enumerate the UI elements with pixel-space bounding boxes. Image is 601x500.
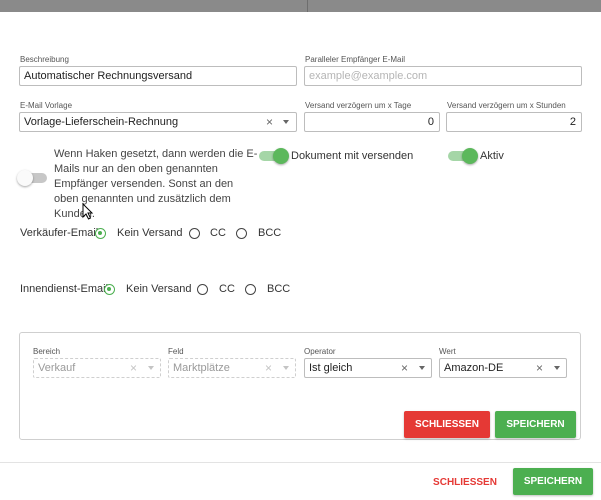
verkaeufer-radio-kein-versand[interactable] bbox=[95, 228, 106, 239]
aktiv-label: Aktiv bbox=[480, 150, 504, 162]
verkaeufer-option-cc[interactable]: CC bbox=[210, 227, 226, 239]
feld-value: Marktplätze bbox=[173, 362, 230, 374]
chevron-down-icon bbox=[148, 366, 154, 370]
operator-value: Ist gleich bbox=[309, 362, 353, 374]
toggle-knob bbox=[273, 148, 289, 164]
innendienst-option-bcc[interactable]: BCC bbox=[267, 283, 290, 295]
verkaeufer-radio-bcc[interactable] bbox=[236, 228, 247, 239]
filter-close-button[interactable]: SCHLIESSEN bbox=[404, 411, 490, 438]
wert-label: Wert bbox=[439, 347, 456, 356]
paralleler-empfaenger-label: Paralleler Empfänger E-Mail bbox=[305, 55, 406, 64]
email-vorlage-select[interactable]: Vorlage-Lieferschein-Rechnung × bbox=[19, 112, 297, 132]
verkaeufer-option-bcc[interactable]: BCC bbox=[258, 227, 281, 239]
innendienst-email-label: Innendienst-Email bbox=[20, 283, 109, 295]
clear-icon[interactable]: × bbox=[536, 361, 543, 375]
verkaeufer-option-kein-versand[interactable]: Kein Versand bbox=[117, 227, 182, 239]
filter-save-button[interactable]: SPEICHERN bbox=[495, 411, 576, 438]
clear-icon[interactable]: × bbox=[266, 115, 273, 129]
verkaeufer-email-label: Verkäufer-Email bbox=[20, 227, 99, 239]
footer-close-button[interactable]: SCHLIESSEN bbox=[426, 469, 504, 496]
chevron-down-icon[interactable] bbox=[283, 120, 289, 124]
mouse-pointer-icon bbox=[82, 203, 94, 220]
feld-select: Marktplätze × bbox=[168, 358, 296, 378]
verzoegern-tage-input[interactable] bbox=[304, 112, 440, 132]
operator-label: Operator bbox=[304, 347, 336, 356]
clear-icon: × bbox=[130, 361, 138, 375]
operator-select[interactable]: Ist gleich × bbox=[304, 358, 432, 378]
page-backdrop bbox=[0, 0, 601, 12]
toggle-knob bbox=[17, 170, 33, 186]
footer-save-button[interactable]: SPEICHERN bbox=[513, 468, 593, 495]
email-vorlage-label: E-Mail Vorlage bbox=[20, 101, 73, 110]
bereich-value: Verkauf bbox=[38, 362, 76, 374]
innendienst-radio-bcc[interactable] bbox=[245, 284, 256, 295]
beschreibung-label: Beschreibung bbox=[20, 55, 69, 64]
email-vorlage-value: Vorlage-Lieferschein-Rechnung bbox=[24, 116, 179, 128]
wert-value: Amazon-DE bbox=[444, 362, 504, 374]
bereich-label: Bereich bbox=[33, 347, 61, 356]
innendienst-radio-cc[interactable] bbox=[197, 284, 208, 295]
clear-icon[interactable]: × bbox=[401, 361, 408, 375]
beschreibung-input[interactable] bbox=[19, 66, 297, 86]
paralleler-empfaenger-input[interactable] bbox=[304, 66, 582, 86]
modal-dialog: Beschreibung Paralleler Empfänger E-Mail… bbox=[0, 12, 601, 500]
feld-label: Feld bbox=[168, 347, 184, 356]
backdrop-divider bbox=[307, 0, 308, 12]
dokument-mit-versenden-label: Dokument mit versenden bbox=[291, 150, 414, 162]
chevron-down-icon[interactable] bbox=[419, 366, 425, 370]
filter-panel: Bereich Verkauf × Feld Marktplätze × Ope… bbox=[19, 332, 581, 440]
clear-icon: × bbox=[265, 361, 273, 375]
innendienst-option-kein-versand[interactable]: Kein Versand bbox=[126, 283, 191, 295]
bereich-select: Verkauf × bbox=[33, 358, 161, 378]
verzoegern-tage-label: Versand verzögern um x Tage bbox=[305, 101, 412, 110]
toggle-knob bbox=[462, 148, 478, 164]
innendienst-option-cc[interactable]: CC bbox=[219, 283, 235, 295]
footer-divider bbox=[0, 462, 601, 463]
verzoegern-stunden-input[interactable] bbox=[446, 112, 582, 132]
verzoegern-stunden-label: Versand verzögern um x Stunden bbox=[447, 101, 566, 110]
dokument-mit-versenden-toggle[interactable] bbox=[259, 148, 289, 164]
chevron-down-icon[interactable] bbox=[554, 366, 560, 370]
nur-empfaenger-toggle[interactable] bbox=[17, 170, 47, 186]
wert-select[interactable]: Amazon-DE × bbox=[439, 358, 567, 378]
chevron-down-icon bbox=[283, 366, 289, 370]
innendienst-radio-kein-versand[interactable] bbox=[104, 284, 115, 295]
verkaeufer-radio-cc[interactable] bbox=[189, 228, 200, 239]
aktiv-toggle[interactable] bbox=[448, 148, 478, 164]
